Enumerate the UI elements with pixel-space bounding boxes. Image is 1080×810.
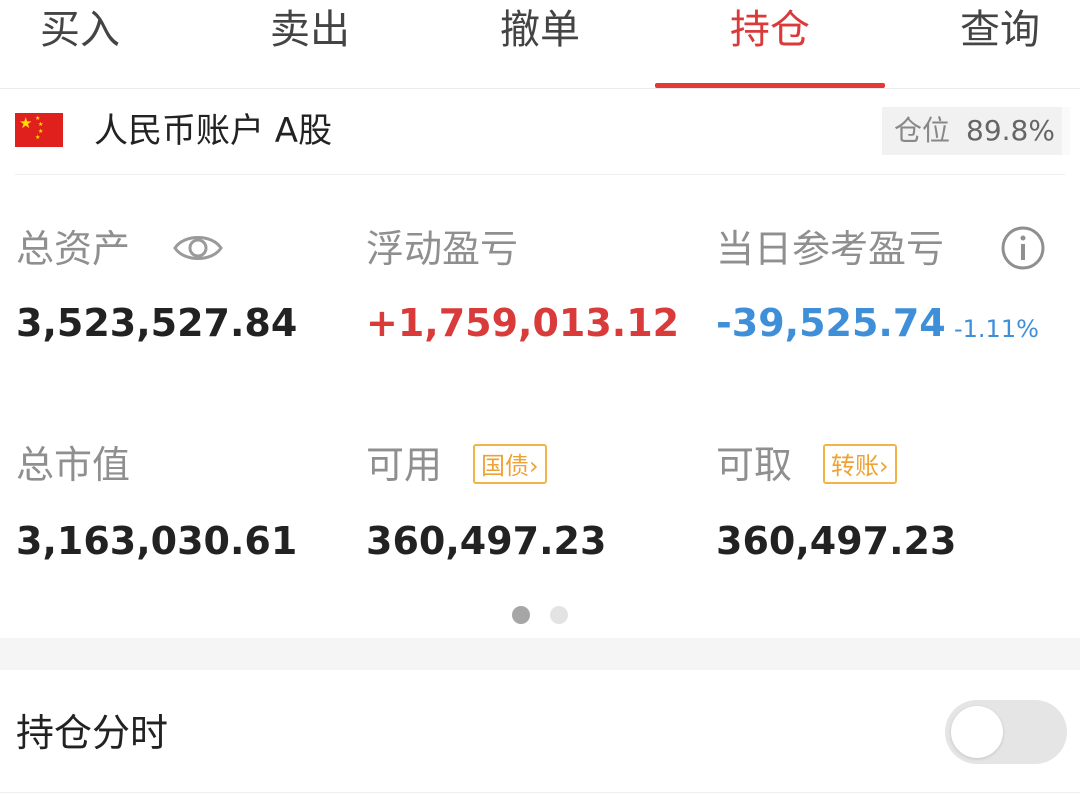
position-value: 89.8% bbox=[966, 114, 1055, 147]
toggle-knob bbox=[951, 706, 1003, 758]
floating-pnl-value: +1,759,013.12 bbox=[366, 301, 680, 345]
divider bbox=[0, 792, 1080, 793]
floating-pnl-label: 浮动盈亏 bbox=[366, 227, 519, 271]
holdings-page: 买入 卖出 撤单 持仓 查询 ★ ★ ★ ★ ★ 人民币账户 A股 仓位 89.… bbox=[0, 0, 1080, 810]
holding-timeshare-toggle[interactable] bbox=[945, 700, 1067, 764]
tab-sell[interactable]: 卖出 bbox=[248, 2, 372, 90]
position-label: 仓位 bbox=[894, 114, 951, 147]
tab-holdings[interactable]: 持仓 bbox=[708, 2, 832, 90]
eye-icon[interactable] bbox=[172, 228, 224, 268]
tab-query[interactable]: 查询 bbox=[938, 2, 1062, 90]
tab-bar: 买入 卖出 撤单 持仓 查询 bbox=[0, 0, 1080, 89]
section-separator bbox=[0, 638, 1080, 670]
info-icon[interactable] bbox=[1000, 225, 1046, 271]
daily-pnl-value: -39,525.74 bbox=[716, 301, 946, 345]
transfer-tag[interactable]: 转账› bbox=[823, 444, 897, 484]
active-tab-indicator bbox=[655, 83, 885, 88]
market-value-label: 总市值 bbox=[16, 443, 131, 487]
withdrawable-value: 360,497.23 bbox=[716, 519, 957, 563]
treasury-bond-tag[interactable]: 国债› bbox=[473, 444, 547, 484]
pager-dot-active[interactable] bbox=[512, 606, 530, 624]
account-row[interactable]: ★ ★ ★ ★ ★ 人民币账户 A股 仓位 89.8% bbox=[0, 89, 1080, 175]
available-label: 可用 bbox=[366, 443, 443, 487]
daily-pnl-label: 当日参考盈亏 bbox=[716, 227, 945, 271]
available-value: 360,497.23 bbox=[366, 519, 607, 563]
china-flag-icon: ★ ★ ★ ★ ★ bbox=[15, 113, 63, 147]
account-name: 人民币账户 A股 bbox=[94, 111, 333, 151]
pager-dots bbox=[0, 600, 1080, 628]
holding-timeshare-label: 持仓分时 bbox=[16, 711, 169, 755]
tab-buy[interactable]: 买入 bbox=[18, 2, 142, 90]
withdrawable-label: 可取 bbox=[716, 443, 793, 487]
total-assets-value: 3,523,527.84 bbox=[16, 301, 298, 345]
total-assets-label: 总资产 bbox=[16, 227, 131, 271]
position-ratio-badge: 仓位 89.8% bbox=[882, 107, 1070, 155]
divider bbox=[15, 174, 1065, 175]
daily-pnl-percent: -1.11% bbox=[954, 315, 1039, 343]
pager-dot[interactable] bbox=[550, 606, 568, 624]
tab-cancel[interactable]: 撤单 bbox=[478, 2, 602, 90]
market-value-value: 3,163,030.61 bbox=[16, 519, 298, 563]
